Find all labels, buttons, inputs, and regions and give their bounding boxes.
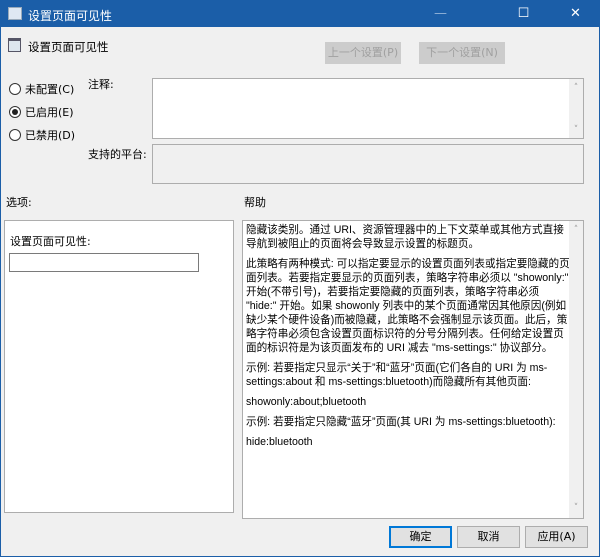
comment-scrollbar[interactable]: ˄ ˅	[569, 79, 583, 138]
policy-name: 设置页面可见性	[28, 40, 109, 54]
ok-button[interactable]: 确定	[389, 526, 452, 548]
apply-button[interactable]: 应用(A)	[525, 526, 588, 548]
maximize-button[interactable]: ☐	[501, 1, 546, 27]
radio-circle[interactable]	[9, 106, 21, 118]
radio-label: 已禁用(D)	[25, 129, 76, 142]
radio-not-configured[interactable]: 未配置(C)	[9, 81, 74, 97]
help-paragraph: 示例: 若要指定只显示“关于”和“蓝牙”页面(它们各自的 URI 为 ms-se…	[246, 362, 548, 388]
visibility-input[interactable]	[9, 253, 199, 272]
help-paragraph: hide:bluetooth	[246, 436, 313, 448]
comment-label: 注释:	[88, 78, 114, 91]
window-title: 设置页面可见性	[28, 9, 113, 23]
radio-label: 未配置(C)	[25, 83, 75, 96]
radio-enabled[interactable]: 已启用(E)	[9, 104, 74, 120]
options-panel: 设置页面可见性:	[4, 220, 234, 513]
policy-dialog: 设置页面可见性 — ☐ ✕ 设置页面可见性 上一个设置(P) 下一个设置(N) …	[0, 0, 600, 557]
radio-circle[interactable]	[9, 129, 21, 141]
help-panel: 隐藏该类别。通过 URI、资源管理器中的上下文菜单或其他方式直接导航到被阻止的页…	[242, 220, 584, 519]
cancel-button[interactable]: 取消	[457, 526, 520, 548]
next-setting-button[interactable]: 下一个设置(N)	[419, 42, 505, 64]
close-button[interactable]: ✕	[553, 1, 598, 27]
options-heading: 选项:	[6, 196, 32, 209]
help-heading: 帮助	[244, 196, 266, 209]
title-bar: 设置页面可见性 — ☐ ✕	[1, 1, 599, 27]
help-paragraph: showonly:about;bluetooth	[246, 396, 367, 408]
comment-textarea[interactable]: ˄ ˅	[152, 78, 584, 139]
minimize-button[interactable]: —	[418, 1, 463, 27]
radio-label: 已启用(E)	[25, 106, 74, 119]
platform-field	[152, 144, 584, 184]
radio-disabled[interactable]: 已禁用(D)	[9, 127, 75, 143]
help-paragraph: 此策略有两种模式: 可以指定要显示的设置页面列表或指定要隐藏的页面列表。若要指定…	[246, 258, 570, 354]
visibility-field-label: 设置页面可见性:	[10, 235, 91, 248]
help-paragraph: 示例: 若要指定只隐藏“蓝牙”页面(其 URI 为 ms-settings:bl…	[246, 416, 556, 428]
platform-label: 支持的平台:	[88, 148, 147, 161]
radio-circle[interactable]	[9, 83, 21, 95]
help-scrollbar[interactable]: ˄ ˅	[569, 221, 583, 518]
prev-setting-button[interactable]: 上一个设置(P)	[325, 42, 401, 64]
help-paragraph: 隐藏该类别。通过 URI、资源管理器中的上下文菜单或其他方式直接导航到被阻止的页…	[246, 224, 564, 250]
policy-app-icon	[8, 7, 22, 20]
policy-setting-icon	[8, 38, 21, 52]
